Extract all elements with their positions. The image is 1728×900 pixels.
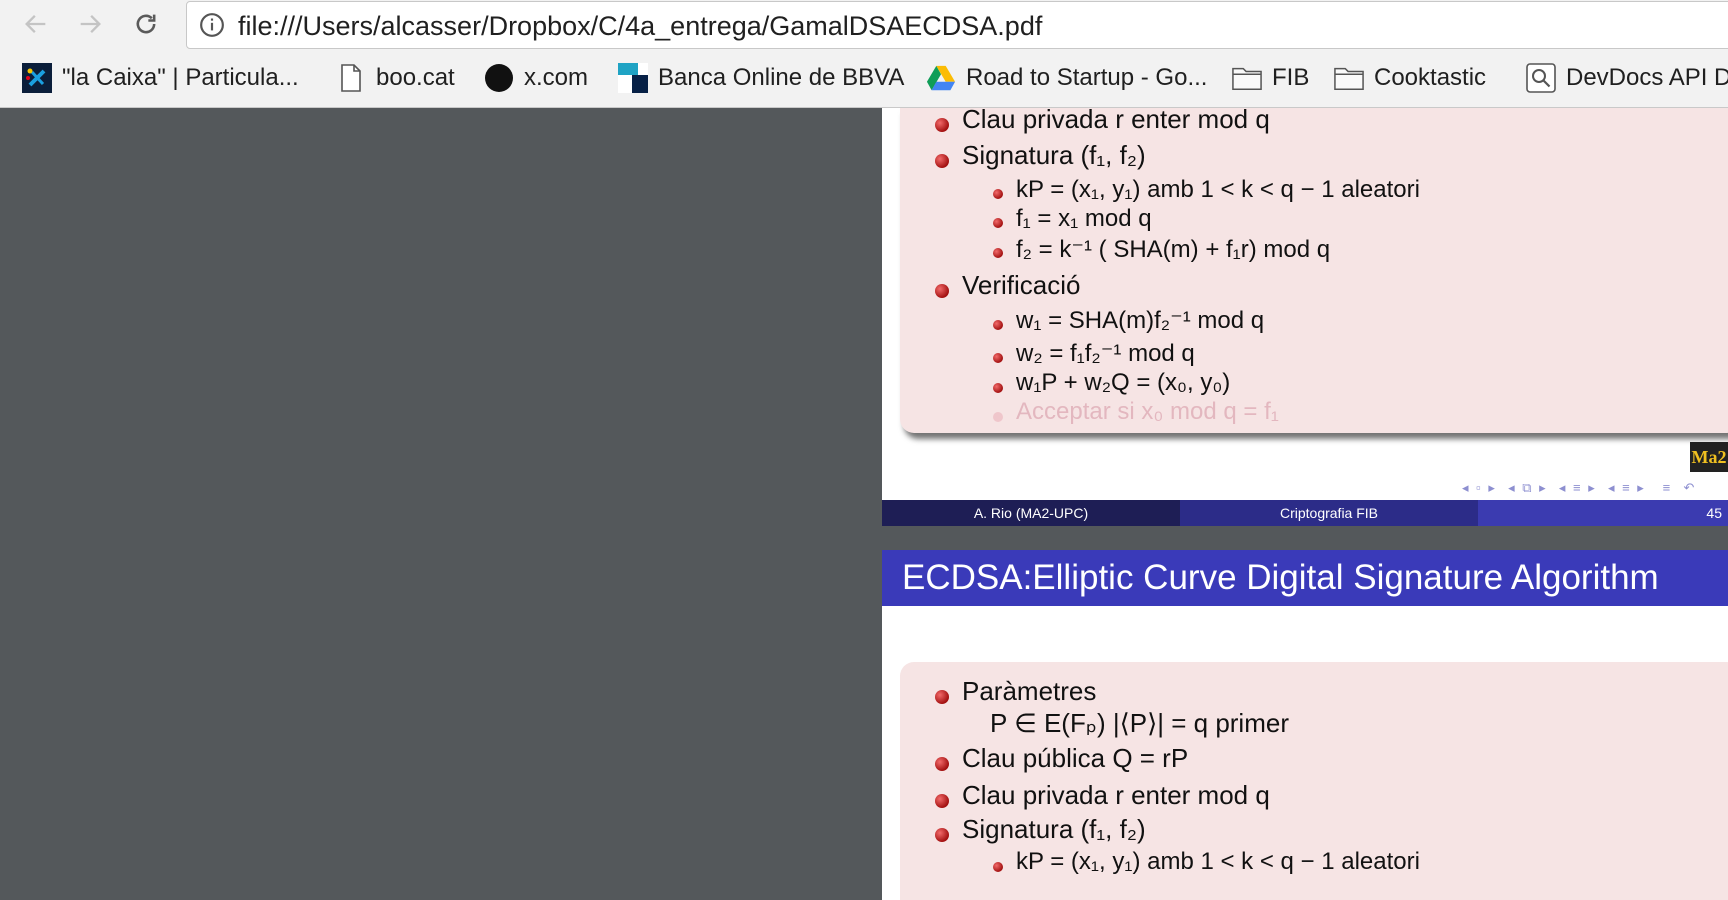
folder-icon <box>1232 63 1262 93</box>
bookmark-devdocs[interactable]: DevDocs API D <box>1526 60 1728 96</box>
page-gap <box>882 526 1728 550</box>
bullet <box>935 794 949 808</box>
bookmarks-bar: "la Caixa" | Particula... boo.cat x.com … <box>0 50 1728 108</box>
pdf-page: Clau privada r enter mod q Signatura (f₁… <box>882 108 1728 900</box>
address-bar[interactable]: file:///Users/alcasser/Dropbox/C/4a_entr… <box>186 1 1728 49</box>
slide-item: Acceptar si x₀ mod q = f₁ <box>1016 398 1279 425</box>
bullet <box>993 862 1003 872</box>
slide-item: Clau privada r enter mod q <box>962 108 1270 134</box>
slide-titlebar: ECDSA:Elliptic Curve Digital Signature A… <box>882 550 1728 606</box>
slide-item: f₂ = k⁻¹ ( SHA(m) + f₁r) mod q <box>1016 236 1331 263</box>
forward-button[interactable] <box>72 6 108 42</box>
bookmark-cooktastic[interactable]: Cooktastic <box>1334 60 1486 96</box>
bookmark-road-to-startup[interactable]: Road to Startup - Go... <box>926 60 1207 96</box>
pdf-page-next: ECDSA:Elliptic Curve Digital Signature A… <box>882 550 1728 900</box>
footer-author: A. Rio (MA2-UPC) <box>882 500 1180 526</box>
slide-item: w₁ = SHA(m)f₂⁻¹ mod q <box>1016 307 1265 334</box>
slide-item: f₁ = x₁ mod q <box>1016 205 1152 232</box>
arrow-right-icon <box>80 15 101 33</box>
slide-title: ECDSA:Elliptic Curve Digital Signature A… <box>902 558 1659 597</box>
slide-item: w₁P + w₂Q = (x₀, y₀) <box>1016 369 1231 396</box>
slide-item: P ∈ E(Fₚ) |⟨P⟩| = q primer <box>990 708 1289 738</box>
bullet <box>935 118 949 132</box>
bbva-icon <box>618 63 648 93</box>
slide-item: Clau pública Q = rP <box>962 743 1189 773</box>
browser-toolbar: file:///Users/alcasser/Dropbox/C/4a_entr… <box>0 0 1728 50</box>
footer-course: Criptografia FIB <box>1180 500 1478 526</box>
bullet <box>993 353 1003 363</box>
bullet <box>935 828 949 842</box>
slide-item: Signatura (f₁, f₂) <box>962 140 1146 170</box>
bullet <box>993 412 1003 422</box>
slide-item: Paràmetres <box>962 676 1097 706</box>
slide-item: Verificació <box>962 270 1081 300</box>
slide-item: Signatura (f₁, f₂) <box>962 814 1146 844</box>
bullet <box>935 284 949 298</box>
back-button[interactable] <box>18 6 54 42</box>
page-icon <box>336 63 366 93</box>
reload-button[interactable] <box>128 6 164 42</box>
bullet <box>993 383 1003 393</box>
search-icon <box>1526 63 1556 93</box>
slide-item: kP = (x₁, y₁) amb 1 < k < q − 1 aleatori <box>1016 176 1420 203</box>
slide-item: Clau privada r enter mod q <box>962 780 1270 810</box>
bullet <box>935 154 949 168</box>
ma2-logo: Ma2 <box>1690 442 1728 472</box>
bookmark-lacaixa[interactable]: "la Caixa" | Particula... <box>22 60 299 96</box>
info-icon[interactable] <box>199 12 225 38</box>
bookmark-fib[interactable]: FIB <box>1232 60 1309 96</box>
url-text[interactable]: file:///Users/alcasser/Dropbox/C/4a_entr… <box>238 11 1042 42</box>
footer-page-number: 45 <box>1478 500 1728 526</box>
bullet <box>993 320 1003 330</box>
reload-icon <box>136 14 156 34</box>
bookmark-boo-cat[interactable]: boo.cat <box>336 60 455 96</box>
bullet <box>993 218 1003 228</box>
drive-icon <box>926 63 956 93</box>
bookmark-x-com[interactable]: x.com <box>484 60 588 96</box>
slide-item: w₂ = f₁f₂⁻¹ mod q <box>1016 340 1195 367</box>
circle-icon <box>484 63 514 93</box>
bullet <box>993 189 1003 199</box>
arrow-left-icon <box>25 15 46 33</box>
lacaixa-icon <box>22 63 52 93</box>
bullet <box>935 690 949 704</box>
beamer-nav-symbols[interactable]: ◂ ▫ ▸ ◂ ⧉ ▸ ◂ ≡ ▸ ◂ ≡ ▸ ≡ ↶ <box>1462 480 1696 496</box>
bullet <box>935 757 949 771</box>
slide-item: kP = (x₁, y₁) amb 1 < k < q − 1 aleatori <box>1016 848 1420 875</box>
slide-footer: A. Rio (MA2-UPC) Criptografia FIB 45 <box>882 500 1728 526</box>
bookmark-bbva[interactable]: Banca Online de BBVA <box>618 60 910 96</box>
folder-icon <box>1334 63 1364 93</box>
bullet <box>993 248 1003 258</box>
